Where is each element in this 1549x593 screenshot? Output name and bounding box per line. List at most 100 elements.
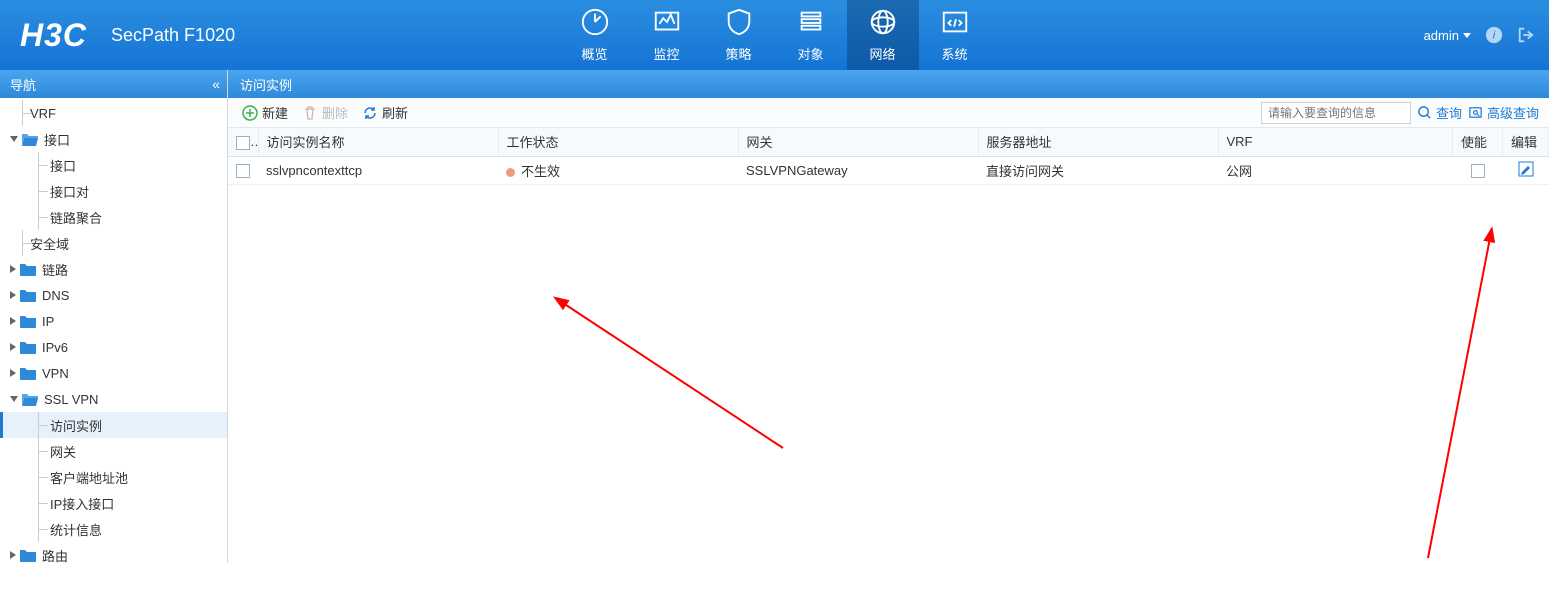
select-all-checkbox[interactable] xyxy=(236,136,250,150)
tree-item-10[interactable]: VPN xyxy=(0,360,227,386)
search-input[interactable] xyxy=(1261,102,1411,124)
code-icon xyxy=(940,7,970,40)
content-title: 访问实例 xyxy=(240,75,292,94)
toggle-icon xyxy=(10,265,16,273)
nav-item-shield[interactable]: 策略 xyxy=(703,0,775,70)
tree-item-16[interactable]: 统计信息 xyxy=(0,516,227,542)
enable-checkbox[interactable] xyxy=(1471,164,1485,178)
nav-item-gauge[interactable]: 概览 xyxy=(559,0,631,70)
tree-item-17[interactable]: 路由 xyxy=(0,542,227,563)
sidebar: 导航 « VRF接口接口接口对链路聚合安全域链路DNSIPIPv6VPNSSL … xyxy=(0,70,228,563)
tree-item-7[interactable]: DNS xyxy=(0,282,227,308)
nav-item-stack[interactable]: 对象 xyxy=(775,0,847,70)
user-menu[interactable]: admin xyxy=(1424,28,1471,43)
nav-label: 概览 xyxy=(581,44,607,63)
delete-button[interactable]: 删除 xyxy=(298,103,352,122)
table-row[interactable]: sslvpncontexttcp不生效SSLVPNGateway直接访问网关公网 xyxy=(228,156,1549,184)
tree-label: IP接入接口 xyxy=(50,494,114,513)
tree-label: 接口 xyxy=(44,130,70,149)
col-status[interactable]: 工作状态 xyxy=(498,128,738,156)
gauge-icon xyxy=(580,7,610,40)
content-title-bar: 访问实例 xyxy=(228,70,1549,98)
refresh-icon xyxy=(362,105,378,121)
query-button[interactable]: 查询 xyxy=(1417,103,1462,122)
col-enable[interactable]: 使能 xyxy=(1453,128,1503,156)
nav-item-globe[interactable]: 网络 xyxy=(847,0,919,70)
cell-gateway: SSLVPNGateway xyxy=(738,156,978,184)
tree-label: 安全域 xyxy=(30,234,69,253)
tree-item-4[interactable]: 链路聚合 xyxy=(0,204,227,230)
info-icon[interactable]: i xyxy=(1485,26,1503,44)
tree-item-5[interactable]: 安全域 xyxy=(0,230,227,256)
tree-label: 客户端地址池 xyxy=(50,468,128,487)
tree-item-9[interactable]: IPv6 xyxy=(0,334,227,360)
col-vrf[interactable]: VRF xyxy=(1218,128,1453,156)
tree-label: VRF xyxy=(30,106,56,121)
tree-item-6[interactable]: 链路 xyxy=(0,256,227,282)
shield-icon xyxy=(724,7,754,40)
nav-label: 监控 xyxy=(653,44,679,63)
tree-label: 访问实例 xyxy=(50,416,102,435)
monitor-icon xyxy=(652,7,682,40)
nav-label: 策略 xyxy=(725,44,751,63)
nav-item-monitor[interactable]: 监控 xyxy=(631,0,703,70)
tree-item-8[interactable]: IP xyxy=(0,308,227,334)
data-grid: 访问实例名称 工作状态 网关 服务器地址 VRF 使能 编辑 sslvpncon… xyxy=(228,128,1549,563)
plus-icon xyxy=(242,105,258,121)
tree-label: 链路 xyxy=(42,260,68,279)
logo-block: H3C SecPath F1020 xyxy=(0,17,235,54)
toggle-icon xyxy=(10,291,16,299)
tree-item-13[interactable]: 网关 xyxy=(0,438,227,464)
tree-item-3[interactable]: 接口对 xyxy=(0,178,227,204)
cell-vrf: 公网 xyxy=(1218,156,1453,184)
refresh-button[interactable]: 刷新 xyxy=(358,103,412,122)
toolbar: 新建 删除 刷新 查询 高级查询 xyxy=(228,98,1549,128)
tree-label: 路由 xyxy=(42,546,68,564)
tree-label: DNS xyxy=(42,288,69,303)
nav-label: 网络 xyxy=(869,44,895,63)
tree-label: 统计信息 xyxy=(50,520,102,539)
col-server[interactable]: 服务器地址 xyxy=(978,128,1218,156)
row-checkbox[interactable] xyxy=(236,164,250,178)
cell-status: 不生效 xyxy=(498,156,738,184)
top-nav: 概览 监控 策略 对象 网络 系统 xyxy=(559,0,991,70)
table-body: sslvpncontexttcp不生效SSLVPNGateway直接访问网关公网 xyxy=(228,156,1549,184)
tree-item-1[interactable]: 接口 xyxy=(0,126,227,152)
tree-item-11[interactable]: SSL VPN xyxy=(0,386,227,412)
banner-right: admin i xyxy=(1424,26,1549,44)
tree-item-14[interactable]: 客户端地址池 xyxy=(0,464,227,490)
tree-label: 接口 xyxy=(50,156,76,175)
trash-icon xyxy=(302,105,318,121)
edit-icon[interactable] xyxy=(1518,161,1534,177)
status-dot-icon xyxy=(506,168,515,177)
logout-icon[interactable] xyxy=(1517,26,1535,44)
nav-item-code[interactable]: 系统 xyxy=(919,0,991,70)
tree-item-15[interactable]: IP接入接口 xyxy=(0,490,227,516)
toggle-icon xyxy=(10,317,16,325)
table-header: 访问实例名称 工作状态 网关 服务器地址 VRF 使能 编辑 xyxy=(228,128,1549,156)
user-name: admin xyxy=(1424,28,1459,43)
new-button[interactable]: 新建 xyxy=(238,103,292,122)
cell-server: 直接访问网关 xyxy=(978,156,1218,184)
nav-label: 系统 xyxy=(941,44,967,63)
advanced-query-button[interactable]: 高级查询 xyxy=(1468,103,1539,122)
col-name[interactable]: 访问实例名称 xyxy=(258,128,498,156)
col-gateway[interactable]: 网关 xyxy=(738,128,978,156)
top-banner: H3C SecPath F1020 概览 监控 策略 对象 网络 系统 admin i xyxy=(0,0,1549,70)
toggle-icon xyxy=(10,136,18,142)
tree-item-12[interactable]: 访问实例 xyxy=(0,412,227,438)
sidebar-header: 导航 « xyxy=(0,70,227,98)
nav-tree: VRF接口接口接口对链路聚合安全域链路DNSIPIPv6VPNSSL VPN访问… xyxy=(0,98,227,563)
tree-item-2[interactable]: 接口 xyxy=(0,152,227,178)
tree-label: IP xyxy=(42,314,54,329)
toggle-icon xyxy=(10,369,16,377)
annotation-arrows xyxy=(228,128,1549,593)
toggle-icon xyxy=(10,396,18,402)
tree-label: 接口对 xyxy=(50,182,89,201)
tree-item-0[interactable]: VRF xyxy=(0,100,227,126)
nav-label: 对象 xyxy=(797,44,823,63)
tree-label: VPN xyxy=(42,366,69,381)
sidebar-collapse-button[interactable]: « xyxy=(212,76,217,92)
col-edit[interactable]: 编辑 xyxy=(1503,128,1549,156)
tree-label: IPv6 xyxy=(42,340,68,355)
